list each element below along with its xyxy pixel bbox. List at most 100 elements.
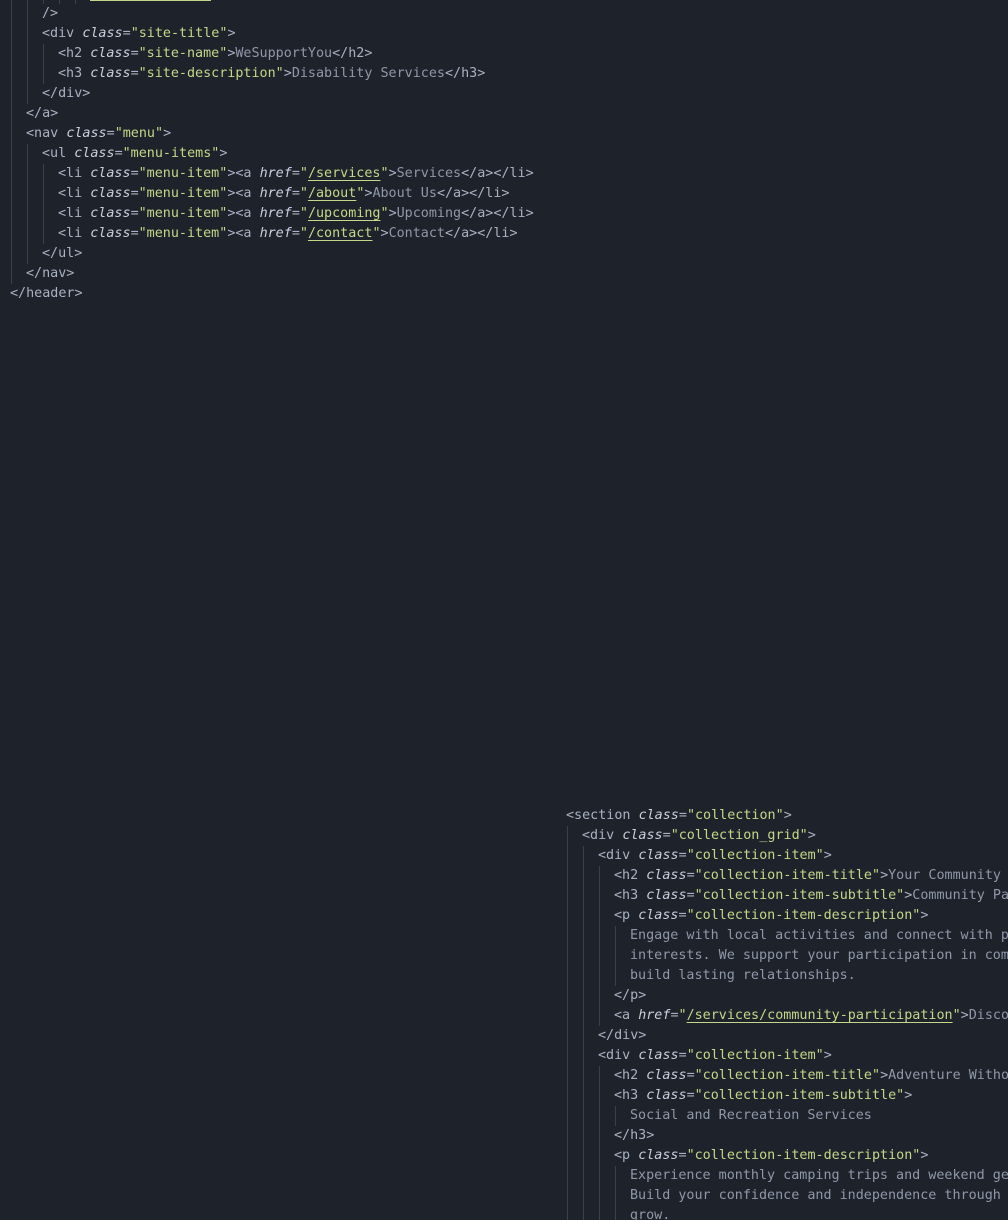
code-token: </a> xyxy=(26,106,59,121)
code-token: > xyxy=(880,868,889,883)
code-token: > xyxy=(388,206,397,221)
indent-guide xyxy=(567,866,568,886)
code-token: "menu-item" xyxy=(138,206,228,221)
indent-guide xyxy=(567,1126,568,1146)
code-token: class xyxy=(638,908,679,923)
code-token: ><a xyxy=(227,226,260,241)
code-token: class xyxy=(74,146,115,161)
code-line[interactable]: <a href="/services/community-participati… xyxy=(566,1006,1008,1026)
code-line[interactable]: <div class="collection-item"> xyxy=(566,1046,1008,1066)
code-line[interactable]: </ul> xyxy=(10,244,534,264)
indent-guide xyxy=(567,846,568,866)
code-token: class xyxy=(638,1048,679,1063)
code-token: <div xyxy=(582,828,623,843)
code-line[interactable]: <li class="menu-item"><a href="/about">A… xyxy=(10,184,534,204)
indent-guide xyxy=(11,24,12,44)
code-line[interactable]: build lasting relationships. xyxy=(566,966,1008,986)
code-token: "site-description" xyxy=(138,66,284,81)
code-line[interactable]: </nav> xyxy=(10,264,534,284)
code-line[interactable]: </header> xyxy=(10,284,534,304)
code-token: "collection-item-description" xyxy=(686,908,921,923)
header-code-block: images/logo.svg/><div class="site-title"… xyxy=(10,0,534,304)
code-line[interactable]: </div> xyxy=(10,84,534,104)
code-line[interactable]: <h3 class="site-description">Disability … xyxy=(10,64,534,84)
code-line[interactable]: <li class="menu-item"><a href="/services… xyxy=(10,164,534,184)
code-line[interactable]: </a> xyxy=(10,104,534,124)
indent-guide xyxy=(567,966,568,986)
indent-guide xyxy=(27,244,28,264)
code-token: Social and Recreation Services xyxy=(630,1108,872,1123)
code-line[interactable]: <div class="collection-item"> xyxy=(566,846,1008,866)
code-line[interactable]: interests. We support your participation… xyxy=(566,946,1008,966)
code-token: /services xyxy=(307,166,381,181)
code-token: "menu-items" xyxy=(122,146,220,161)
code-token: = xyxy=(291,186,300,201)
code-line[interactable]: <section class="collection"> xyxy=(566,806,1008,826)
code-line[interactable]: <nav class="menu"> xyxy=(10,124,534,144)
code-line[interactable]: Social and Recreation Services xyxy=(566,1106,1008,1126)
code-token: "collection-item" xyxy=(686,848,824,863)
indent-guide xyxy=(583,1166,584,1186)
code-token: href xyxy=(259,226,292,241)
code-line[interactable]: </div> xyxy=(566,1026,1008,1046)
code-token: Your Community xyxy=(888,868,1001,883)
code-token: class xyxy=(90,66,131,81)
indent-guide xyxy=(11,4,12,24)
code-token: </div> xyxy=(42,86,91,101)
code-line[interactable]: <div class="collection_grid"> xyxy=(566,826,1008,846)
code-line[interactable]: <h3 class="collection-item-subtitle">Com… xyxy=(566,886,1008,906)
code-token: Engage with local activities and connect… xyxy=(630,928,1008,943)
indent-guide xyxy=(11,224,12,244)
code-line[interactable]: <ul class="menu-items"> xyxy=(10,144,534,164)
collection-code-block: <section class="collection"> <div class="… xyxy=(566,806,1008,1220)
code-token: <a xyxy=(614,1008,639,1023)
code-token: = xyxy=(106,126,115,141)
code-line[interactable]: </p> xyxy=(566,986,1008,1006)
code-token: Community Pa xyxy=(912,888,1008,903)
code-token: ><a xyxy=(227,186,260,201)
code-line[interactable]: <li class="menu-item"><a href="/upcoming… xyxy=(10,204,534,224)
code-token: = xyxy=(686,868,695,883)
code-token: </ul> xyxy=(42,246,83,261)
code-token: class xyxy=(90,186,131,201)
code-token: > xyxy=(219,146,228,161)
code-line[interactable]: <h2 class="collection-item-title">Advent… xyxy=(566,1066,1008,1086)
indent-guide xyxy=(567,1106,568,1126)
code-line[interactable]: <h3 class="collection-item-subtitle"> xyxy=(566,1086,1008,1106)
code-token: = xyxy=(662,828,671,843)
code-line[interactable]: grow. xyxy=(566,1206,1008,1220)
indent-guide xyxy=(567,946,568,966)
code-line[interactable]: Engage with local activities and connect… xyxy=(566,926,1008,946)
indent-guide xyxy=(11,64,12,84)
indent-guide xyxy=(599,1166,600,1186)
code-line[interactable]: </h3> xyxy=(566,1126,1008,1146)
indent-guide xyxy=(11,244,12,264)
code-line[interactable]: <p class="collection-item-description"> xyxy=(566,906,1008,926)
code-token: "collection-item-description" xyxy=(686,1148,921,1163)
indent-guide xyxy=(615,966,616,986)
code-token: > xyxy=(388,166,397,181)
code-token: = xyxy=(130,46,139,61)
code-line[interactable]: <p class="collection-item-description"> xyxy=(566,1146,1008,1166)
indent-guide xyxy=(615,946,616,966)
indent-guide xyxy=(11,144,12,164)
indent-guide xyxy=(615,1106,616,1126)
code-token: href xyxy=(259,206,292,221)
code-token: > xyxy=(920,1148,929,1163)
code-token: > xyxy=(163,126,172,141)
indent-guide xyxy=(599,1086,600,1106)
code-line[interactable]: <div class="site-title"> xyxy=(10,24,534,44)
code-line[interactable]: <h2 class="collection-item-title">Your C… xyxy=(566,866,1008,886)
code-line[interactable]: <h2 class="site-name">WeSupportYou</h2> xyxy=(10,44,534,64)
code-line[interactable]: Build your confidence and independence t… xyxy=(566,1186,1008,1206)
code-line[interactable]: <li class="menu-item"><a href="/contact"… xyxy=(10,224,534,244)
code-token: " xyxy=(299,226,308,241)
code-token: > xyxy=(920,908,929,923)
code-token: = xyxy=(678,908,687,923)
indent-guide xyxy=(43,224,44,244)
indent-guide xyxy=(583,886,584,906)
indent-guide xyxy=(599,1186,600,1206)
code-line[interactable]: Experience monthly camping trips and wee… xyxy=(566,1166,1008,1186)
code-token: "site-name" xyxy=(138,46,228,61)
code-line[interactable]: /> xyxy=(10,4,534,24)
